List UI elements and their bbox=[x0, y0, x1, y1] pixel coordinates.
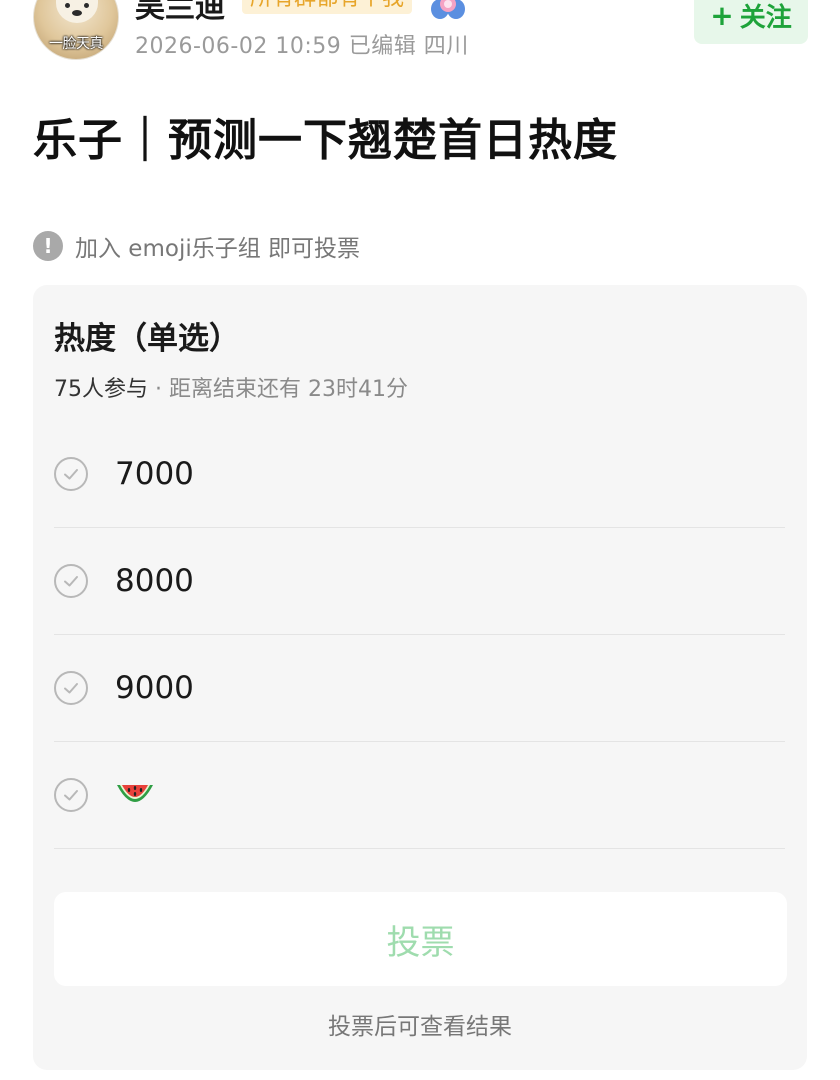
watermelon-icon bbox=[117, 785, 153, 802]
poll-option[interactable]: 8000 bbox=[54, 528, 785, 635]
option-label: 8000 bbox=[115, 563, 194, 599]
participants-count: 75人参与 bbox=[54, 377, 148, 402]
meta-separator: · bbox=[148, 377, 169, 402]
option-label: 7000 bbox=[115, 456, 194, 492]
follow-label: 关注 bbox=[739, 2, 792, 33]
follow-button[interactable]: + 关注 bbox=[694, 0, 808, 44]
dog-face bbox=[56, 0, 98, 23]
vote-notice: ! 加入 emoji乐子组 即可投票 bbox=[33, 229, 360, 263]
countdown: 距离结束还有 23时41分 bbox=[168, 377, 408, 402]
post-title: 乐子｜预测一下翘楚首日热度 bbox=[33, 115, 618, 166]
medal-icon bbox=[431, 0, 465, 19]
poll-option[interactable]: 9000 bbox=[54, 635, 785, 742]
notice-text[interactable]: 加入 emoji乐子组 即可投票 bbox=[75, 229, 360, 263]
alert-icon: ! bbox=[33, 231, 63, 261]
post-header: 一脸天真 吴兰迪 所有群都有个我 2026-06-02 10:59 已编辑 四川… bbox=[0, 0, 840, 70]
poll-card: 热度（单选） 75人参与 · 距离结束还有 23时41分 7000 8000 9… bbox=[33, 285, 807, 1070]
vote-result-hint: 投票后可查看结果 bbox=[328, 1014, 512, 1040]
check-circle-icon[interactable] bbox=[54, 457, 88, 491]
vote-button[interactable]: 投票 bbox=[54, 892, 787, 986]
poll-option[interactable]: 7000 bbox=[54, 421, 785, 528]
poll-option[interactable] bbox=[54, 742, 785, 849]
poll-meta: 75人参与 · 距离结束还有 23时41分 bbox=[54, 371, 408, 403]
option-label: 9000 bbox=[115, 670, 194, 706]
poll-title: 热度（单选） bbox=[54, 321, 240, 357]
plus-icon: + bbox=[710, 0, 734, 32]
avatar[interactable]: 一脸天真 bbox=[33, 0, 119, 60]
username[interactable]: 吴兰迪 bbox=[135, 0, 225, 26]
check-circle-icon[interactable] bbox=[54, 671, 88, 705]
avatar-caption: 一脸天真 bbox=[49, 36, 104, 52]
user-badge: 所有群都有个我 bbox=[242, 0, 413, 14]
check-circle-icon[interactable] bbox=[54, 564, 88, 598]
post-meta: 2026-06-02 10:59 已编辑 四川 bbox=[135, 34, 469, 59]
check-circle-icon[interactable] bbox=[54, 778, 88, 812]
